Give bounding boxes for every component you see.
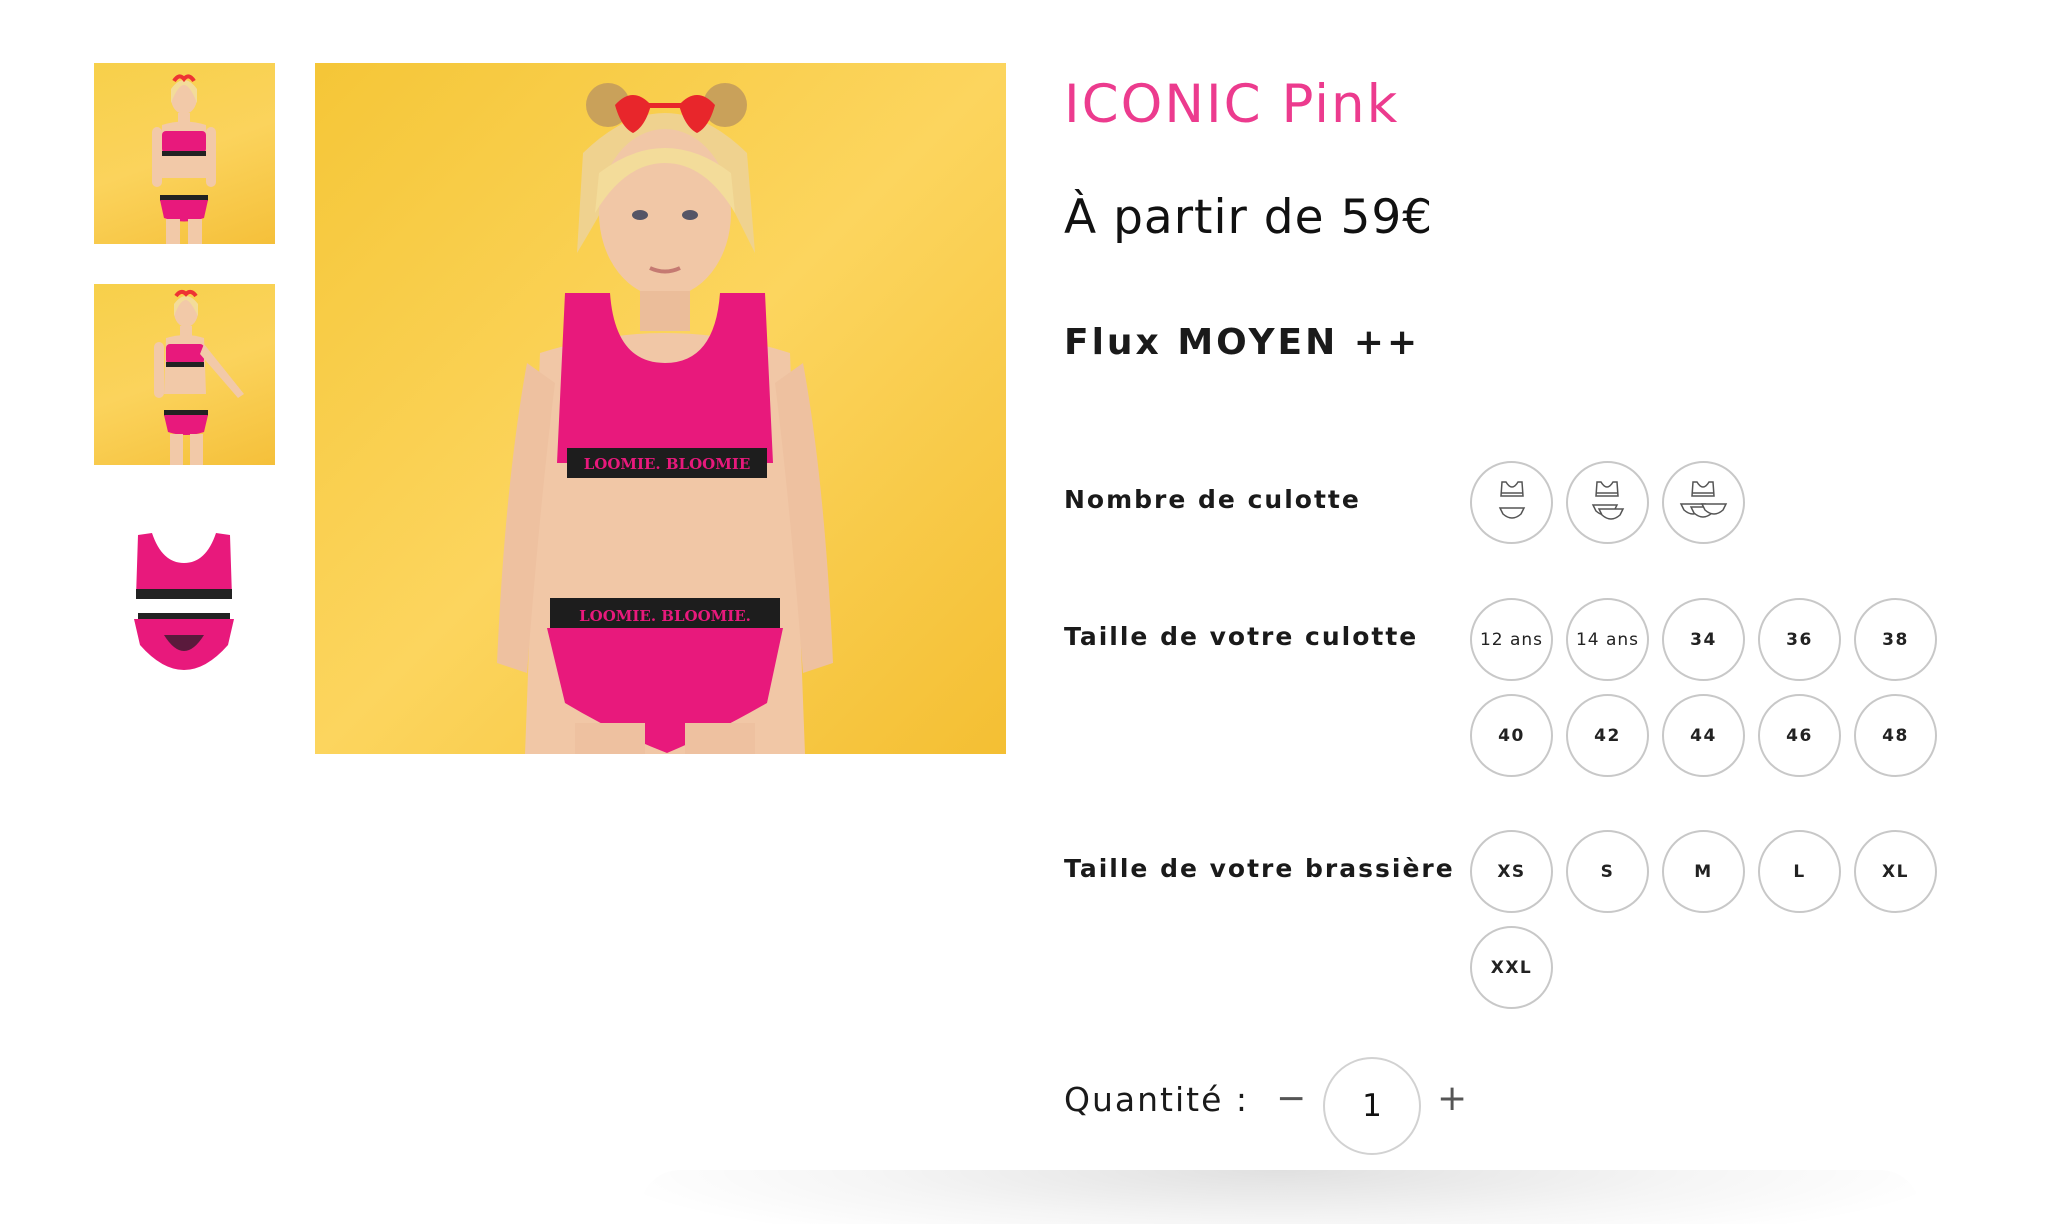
flux-level: Flux MOYEN ++	[1064, 322, 1421, 363]
brief-size-option[interactable]: 48	[1854, 694, 1937, 777]
brief-size-option[interactable]: 42	[1566, 694, 1649, 777]
quantity-increase-button[interactable]: +	[1437, 1078, 1467, 1119]
brief-size-option[interactable]: 14 ans	[1566, 598, 1649, 681]
brief-size-option[interactable]: 36	[1758, 598, 1841, 681]
count-options	[1470, 461, 1937, 544]
product-title: ICONIC Pink	[1064, 74, 1400, 135]
bra-and-3-briefs-icon	[1679, 480, 1727, 518]
bra-size-option[interactable]: XS	[1470, 830, 1553, 913]
option-label-count: Nombre de culotte	[1064, 485, 1361, 514]
brief-size-option[interactable]: 44	[1662, 694, 1745, 777]
model-photo-icon: LOOMIE. BLOOMIE LOOMIE. BLOOMIE.	[315, 63, 1006, 754]
option-label-brief-size: Taille de votre culotte	[1064, 622, 1419, 651]
model-photo-icon	[154, 289, 244, 465]
brief-size-option[interactable]: 40	[1470, 694, 1553, 777]
svg-text:LOOMIE. BLOOMIE.: LOOMIE. BLOOMIE.	[579, 607, 751, 625]
bra-and-1-brief-icon	[1498, 480, 1525, 519]
bra-size-option[interactable]: L	[1758, 830, 1841, 913]
bra-and-brief-icon	[134, 533, 234, 670]
brief-size-option[interactable]: 38	[1854, 598, 1937, 681]
bra-and-2-briefs-icon	[1591, 480, 1624, 520]
model-photo-icon	[152, 74, 216, 244]
bra-size-option[interactable]: XL	[1854, 830, 1937, 913]
bra-size-option[interactable]: M	[1662, 830, 1745, 913]
count-option-1[interactable]	[1470, 461, 1553, 544]
count-option-2[interactable]	[1566, 461, 1649, 544]
thumbnail-front[interactable]	[94, 63, 275, 244]
quantity-decrease-button[interactable]: −	[1276, 1078, 1306, 1119]
brief-size-option[interactable]: 34	[1662, 598, 1745, 681]
brief-size-option[interactable]: 46	[1758, 694, 1841, 777]
svg-text:LOOMIE. BLOOMIE: LOOMIE. BLOOMIE	[584, 455, 751, 473]
product-price: À partir de 59€	[1064, 190, 1434, 245]
quantity-label: Quantité :	[1064, 1080, 1249, 1119]
bra-size-options: XS S M L XL XXL	[1470, 830, 1937, 1009]
count-option-3[interactable]	[1662, 461, 1745, 544]
thumbnail-product[interactable]	[94, 505, 275, 686]
brief-size-options: 12 ans 14 ans 34 36 38 40 42 44 46 48	[1470, 598, 1937, 777]
bra-size-option[interactable]: S	[1566, 830, 1649, 913]
option-label-bra-size: Taille de votre brassière	[1064, 854, 1455, 883]
brief-size-option[interactable]: 12 ans	[1470, 598, 1553, 681]
bra-size-option[interactable]: XXL	[1470, 926, 1553, 1009]
thumbnail-side[interactable]	[94, 284, 275, 465]
main-product-image: LOOMIE. BLOOMIE LOOMIE. BLOOMIE.	[315, 63, 1006, 754]
quantity-input[interactable]: 1	[1323, 1057, 1421, 1155]
add-to-cart-shadow	[640, 1170, 1920, 1224]
